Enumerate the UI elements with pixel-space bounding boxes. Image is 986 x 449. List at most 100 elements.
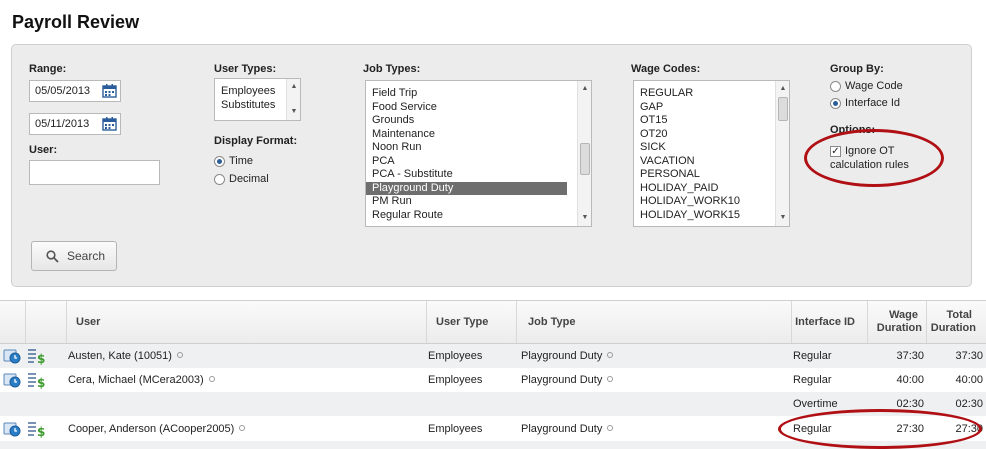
column-header-user-type[interactable]: User Type — [427, 301, 517, 343]
list-item[interactable]: OT20 — [634, 128, 668, 142]
clock-icon[interactable] — [3, 372, 21, 388]
table-row[interactable]: $ Cera, Michael (MCera2003) Employees Pl… — [0, 368, 986, 392]
job-type-name: Playground Duty — [521, 374, 603, 386]
radio-label: Decimal — [229, 173, 269, 185]
info-dot-icon[interactable] — [607, 352, 614, 358]
user-input[interactable] — [29, 160, 160, 185]
user-name[interactable]: Cooper, Anderson (ACooper2005) — [68, 423, 234, 435]
column-header-wage-duration[interactable]: Wage Duration — [868, 301, 927, 343]
page-title: Payroll Review — [12, 12, 140, 32]
pay-stub-icon[interactable]: $ — [27, 371, 45, 389]
radio-label: Interface Id — [845, 97, 901, 109]
job-type-name: Playground Duty — [521, 350, 603, 362]
job-type-name: Playground Duty — [521, 423, 603, 435]
header-line: Duration — [930, 322, 976, 334]
svg-text:$: $ — [37, 425, 45, 438]
user-types-listbox[interactable]: Employees Substitutes ▲ ▼ — [214, 78, 301, 121]
job-types-label: Job Types: — [363, 63, 421, 75]
column-header-interface-id[interactable]: Interface ID — [792, 301, 868, 343]
list-item[interactable]: GAP — [634, 101, 663, 115]
display-format-decimal-radio[interactable]: Decimal — [214, 173, 269, 185]
radio-label: Time — [229, 155, 254, 167]
calendar-icon[interactable] — [102, 116, 117, 131]
info-dot-icon[interactable] — [607, 425, 614, 431]
job-type-cell: Playground Duty — [521, 368, 614, 392]
scroll-up-icon[interactable]: ▲ — [287, 81, 300, 93]
search-button[interactable]: Search — [31, 241, 117, 271]
job-type-cell: Playground Duty — [521, 417, 614, 441]
radio-selected-icon[interactable] — [214, 155, 225, 167]
header-line: Total — [946, 309, 972, 321]
interface-id-cell: Regular — [793, 374, 832, 386]
user-cell: Cera, Michael (MCera2003) — [68, 368, 215, 392]
job-types-listbox[interactable]: Field Trip Food Service Grounds Maintena… — [365, 80, 592, 227]
scroll-thumb[interactable] — [580, 143, 590, 175]
clock-icon[interactable] — [3, 348, 21, 364]
clock-icon[interactable] — [3, 421, 21, 437]
wage-duration-cell: 37:30 — [896, 350, 924, 362]
scroll-down-icon[interactable]: ▼ — [578, 212, 591, 224]
list-item[interactable]: Field Trip — [366, 87, 567, 101]
group-by-label: Group By: — [830, 63, 884, 75]
list-item[interactable]: VACATION — [634, 155, 695, 169]
display-format-label: Display Format: — [214, 135, 298, 147]
scrollbar[interactable]: ▲ ▼ — [577, 81, 591, 226]
scroll-thumb[interactable] — [778, 97, 788, 121]
wage-codes-listbox[interactable]: REGULAR GAP OT15 OT20 SICK VACATION PERS… — [633, 80, 790, 227]
group-by-interface-id-radio[interactable]: Interface Id — [830, 97, 900, 109]
list-item[interactable]: Maintenance — [366, 128, 567, 142]
list-item-selected[interactable]: Playground Duty — [366, 181, 567, 195]
scrollbar[interactable]: ▲ ▼ — [286, 79, 300, 120]
user-types-label: User Types: — [214, 63, 277, 75]
list-item[interactable]: HOLIDAY_PAID — [634, 182, 718, 196]
calendar-icon[interactable] — [102, 83, 117, 98]
column-header-total-duration[interactable]: Total Duration — [927, 301, 986, 343]
user-cell: Cooper, Anderson (ACooper2005) — [68, 417, 246, 441]
column-header-icon-1 — [0, 301, 26, 343]
radio-icon[interactable] — [830, 80, 841, 92]
info-dot-icon[interactable] — [208, 376, 215, 382]
header-line: Wage — [889, 309, 918, 321]
scroll-up-icon[interactable]: ▲ — [776, 83, 789, 95]
list-item[interactable]: PCA - Substitute — [366, 168, 567, 182]
list-item[interactable]: Food Service — [366, 101, 567, 115]
list-item[interactable]: PERSONAL — [634, 168, 700, 182]
scrollbar[interactable]: ▲ ▼ — [775, 81, 789, 226]
scroll-down-icon[interactable]: ▼ — [287, 106, 300, 118]
user-name[interactable]: Cera, Michael (MCera2003) — [68, 374, 204, 386]
column-header-job-type[interactable]: Job Type — [517, 301, 792, 343]
list-item[interactable]: Grounds — [366, 114, 567, 128]
list-item[interactable]: HOLIDAY_WORK10 — [634, 195, 740, 209]
list-item[interactable]: HOLIDAY_WORK15 — [634, 209, 740, 223]
radio-selected-icon[interactable] — [830, 97, 841, 109]
range-label: Range: — [29, 63, 67, 75]
list-item[interactable]: Substitutes — [215, 99, 275, 113]
group-by-wage-code-radio[interactable]: Wage Code — [830, 80, 903, 92]
radio-label: Wage Code — [845, 80, 903, 92]
annotation-ellipse — [778, 409, 982, 449]
radio-icon[interactable] — [214, 173, 225, 185]
scroll-down-icon[interactable]: ▼ — [776, 212, 789, 224]
table-row[interactable]: $ Austen, Kate (10051) Employees Playgro… — [0, 344, 986, 368]
column-header-user[interactable]: User — [67, 301, 427, 343]
total-duration-cell: 40:00 — [955, 374, 983, 386]
wage-duration-cell: 40:00 — [896, 374, 924, 386]
list-item[interactable]: REGULAR — [634, 87, 693, 101]
list-item[interactable]: SICK — [634, 141, 666, 155]
list-item[interactable]: PCA — [366, 155, 567, 169]
pay-stub-icon[interactable]: $ — [27, 420, 45, 438]
list-item[interactable]: Noon Run — [366, 141, 567, 155]
pay-stub-icon[interactable]: $ — [27, 347, 45, 365]
user-name[interactable]: Austen, Kate (10051) — [68, 350, 172, 362]
column-header-icon-2 — [26, 301, 67, 343]
info-dot-icon[interactable] — [239, 425, 246, 431]
scroll-up-icon[interactable]: ▲ — [578, 83, 591, 95]
info-dot-icon[interactable] — [607, 376, 614, 382]
job-type-cell: Playground Duty — [521, 344, 614, 368]
list-item[interactable]: Employees — [215, 85, 275, 99]
info-dot-icon[interactable] — [176, 352, 183, 358]
list-item[interactable]: OT15 — [634, 114, 668, 128]
list-item[interactable]: Regular Route — [366, 209, 567, 223]
display-format-time-radio[interactable]: Time — [214, 155, 253, 167]
list-item[interactable]: PM Run — [366, 195, 567, 209]
